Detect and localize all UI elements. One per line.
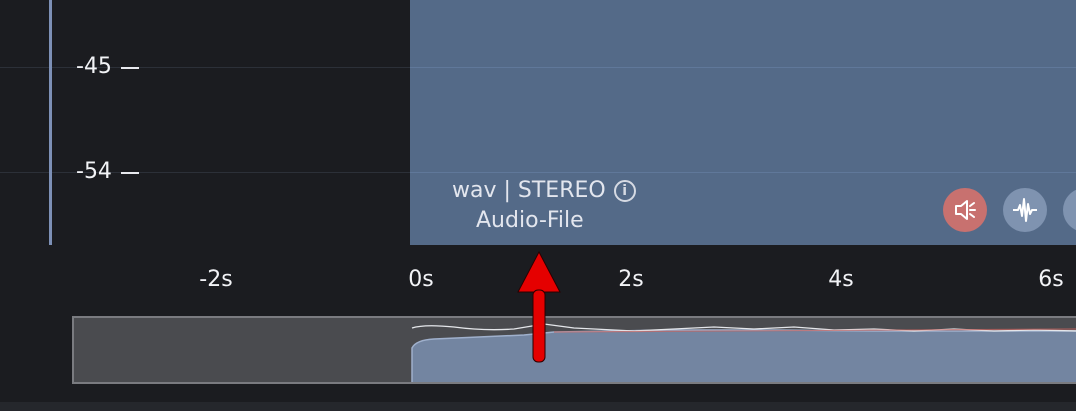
time-label: -2s xyxy=(199,267,233,292)
clip-type-label: Audio-File xyxy=(476,208,584,233)
db-tick xyxy=(121,172,139,174)
clip-metadata: wav | STEREO i Audio-File xyxy=(452,176,662,236)
time-label: 2s xyxy=(618,267,644,292)
time-label: 0s xyxy=(408,267,434,292)
speaker-muted-icon xyxy=(955,200,976,220)
db-tick xyxy=(121,67,139,69)
time-label: 4s xyxy=(828,267,854,292)
gridline xyxy=(410,172,1076,173)
db-label: -54 xyxy=(76,159,112,184)
track-left-rule xyxy=(49,0,52,245)
time-label: 6s xyxy=(1038,267,1064,292)
overview-navigator[interactable] xyxy=(72,316,1076,384)
overview-waveform xyxy=(411,323,1076,382)
gridline xyxy=(410,67,1076,68)
clip-format: wav | STEREO xyxy=(452,178,606,203)
waveform-icon xyxy=(1013,198,1037,222)
track-area: -45 -54 wav | STEREO i Audio-File xyxy=(0,0,1076,245)
mute-button[interactable] xyxy=(943,188,987,232)
db-label: -45 xyxy=(76,54,112,79)
waveform-button[interactable] xyxy=(1003,188,1047,232)
bottom-strip xyxy=(0,402,1076,411)
red-arrow-annotation xyxy=(517,250,561,363)
info-icon[interactable]: i xyxy=(613,180,636,202)
download-icon xyxy=(1072,197,1076,223)
